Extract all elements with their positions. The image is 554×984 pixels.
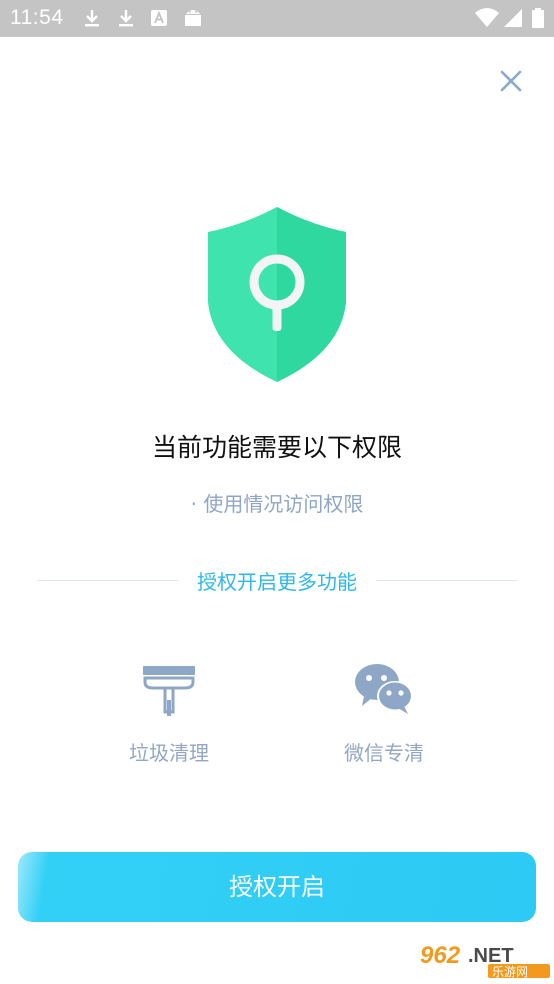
permission-item: · 使用情况访问权限: [190, 492, 364, 516]
permission-title: 当前功能需要以下权限: [151, 433, 402, 462]
close-button[interactable]: [496, 66, 526, 96]
svg-text:962: 962: [420, 942, 461, 969]
brush-icon: [143, 666, 195, 716]
wechat-icon: [355, 664, 413, 714]
status-bar: 11:54: [0, 0, 554, 37]
feature-junk-clean: 垃圾清理: [89, 660, 249, 766]
watermark-logo: 962 .NET 乐游网: [414, 936, 552, 980]
wifi-icon: [475, 8, 499, 27]
feature-label: 垃圾清理: [129, 741, 209, 765]
shield-key-icon: [208, 207, 346, 382]
signal-icon: [504, 9, 522, 27]
svg-text:.NET: .NET: [468, 945, 514, 967]
status-time: 11:54: [10, 6, 64, 29]
authorize-button[interactable]: 授权开启: [18, 852, 536, 922]
feature-wechat-clean: 微信专清: [304, 660, 464, 766]
android-icon: [185, 10, 201, 26]
feature-label: 微信专清: [344, 741, 424, 765]
battery-icon: [532, 8, 544, 28]
divider-right: [376, 580, 517, 581]
close-icon: [500, 70, 522, 92]
svg-text:乐游网: 乐游网: [492, 965, 528, 979]
a-icon: [151, 10, 167, 26]
download-icon: [119, 10, 133, 27]
download-icon: [85, 10, 99, 27]
